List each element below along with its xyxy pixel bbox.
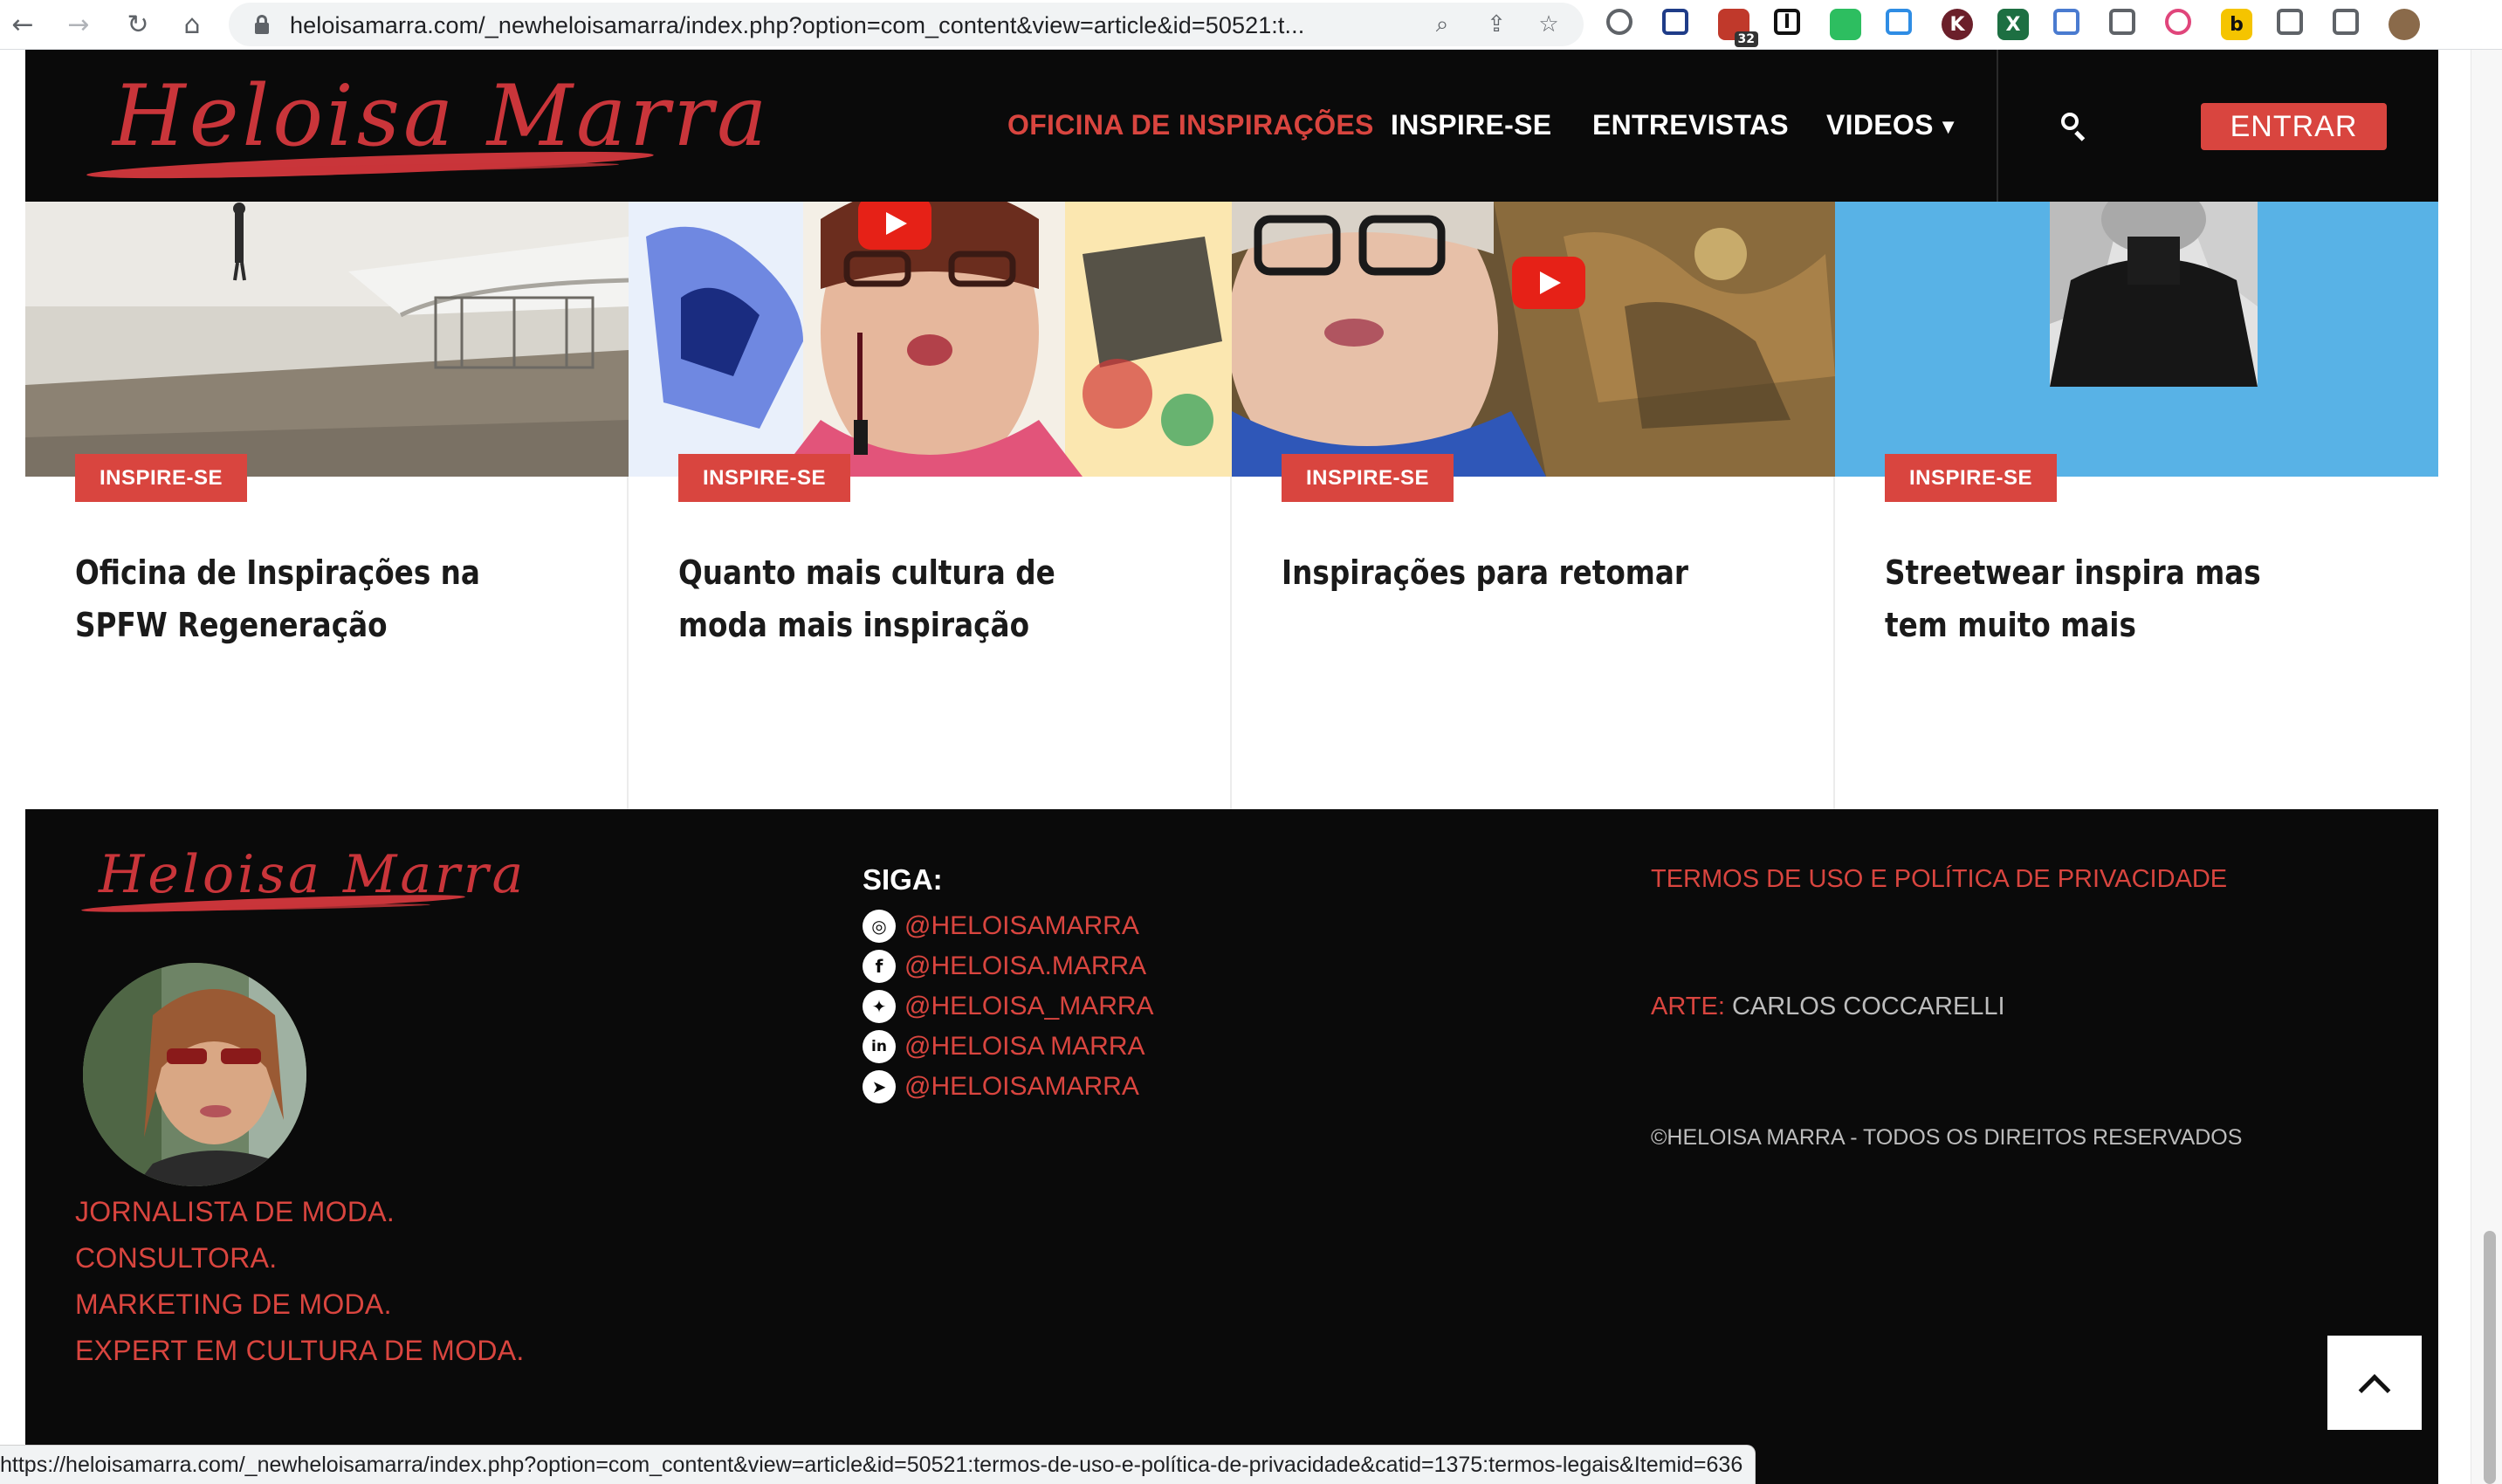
nav-oficina-de-inspiracoes[interactable]: OFICINA DE INSPIRAÇÕES xyxy=(1007,109,1374,141)
youtube-play-icon[interactable] xyxy=(1512,257,1585,309)
site-header: Heloisa Marra OFICINA DE INSPIRAÇÕES INS… xyxy=(25,50,2438,202)
eyedropper-icon[interactable] xyxy=(1662,9,1688,35)
share-icon[interactable]: ⇪ xyxy=(1481,9,1512,40)
back-to-top-button[interactable] xyxy=(2327,1336,2422,1430)
article-title[interactable]: Oficina de Inspirações na SPFW Regeneraç… xyxy=(75,546,518,651)
home-icon[interactable]: ⌂ xyxy=(175,7,210,42)
instagram-icon: ◎ xyxy=(863,910,896,943)
site-footer: Heloisa Marra JORNALISTA DE MODA. CONSUL… xyxy=(25,809,2438,1484)
category-badge[interactable]: INSPIRE-SE xyxy=(678,454,851,502)
author-avatar xyxy=(83,963,306,1186)
footer-logo[interactable]: Heloisa Marra xyxy=(80,844,523,931)
b-icon-glyph: b xyxy=(2230,13,2244,36)
linkedin-icon: in xyxy=(863,1030,896,1063)
search-icon[interactable] xyxy=(2059,111,2089,141)
translate-icon[interactable] xyxy=(2053,9,2079,35)
bio-line: JORNALISTA DE MODA. xyxy=(75,1196,395,1227)
article-card[interactable]: INSPIRE-SE Quanto mais cultura de moda m… xyxy=(629,202,1232,809)
article-card[interactable]: INSPIRE-SE Inspirações para retomar xyxy=(1232,202,1835,809)
bio-line: EXPERT EM CULTURA DE MODA. xyxy=(75,1335,525,1366)
sidepanel-icon[interactable] xyxy=(2333,9,2359,35)
article-cards: INSPIRE-SE Oficina de Inspirações na SPF… xyxy=(25,202,2438,809)
x-sheet-icon-glyph: X xyxy=(2005,13,2021,36)
reload-icon[interactable]: ↻ xyxy=(120,7,155,42)
evernote-icon[interactable] xyxy=(1830,9,1861,40)
profile-icon[interactable] xyxy=(2389,9,2420,40)
article-title[interactable]: Quanto mais cultura de moda mais inspira… xyxy=(678,546,1121,651)
pin-icon[interactable] xyxy=(2109,9,2135,35)
copyright-text: ©HELOISA MARRA - TODOS OS DIREITOS RESER… xyxy=(1651,1125,2243,1150)
nav-videos[interactable]: VIDEOS ▼ xyxy=(1826,109,1955,141)
social-link-telegram[interactable]: ➤ @HELOISAMARRA xyxy=(863,1069,1139,1104)
article-thumbnail[interactable] xyxy=(25,202,629,477)
social-link-facebook[interactable]: f @HELOISA.MARRA xyxy=(863,949,1146,984)
article-card[interactable]: INSPIRE-SE Streetwear inspira mas tem mu… xyxy=(1835,202,2438,809)
caret-down-icon: ▼ xyxy=(1942,118,1955,137)
telegram-icon: ➤ xyxy=(863,1070,896,1103)
category-badge[interactable]: INSPIRE-SE xyxy=(1885,454,2058,502)
article-thumbnail[interactable] xyxy=(1835,202,2438,477)
scrollbar-thumb[interactable] xyxy=(2484,1231,2496,1484)
header-divider xyxy=(1997,50,1998,202)
extension-badge: 32 xyxy=(1734,31,1758,47)
download-icon[interactable] xyxy=(2165,9,2191,35)
article-title[interactable]: Streetwear inspira mas tem muito mais xyxy=(1885,546,2327,651)
bio-line: CONSULTORA. xyxy=(75,1242,278,1274)
article-thumbnail[interactable] xyxy=(1232,202,1835,477)
article-card[interactable]: INSPIRE-SE Oficina de Inspirações na SPF… xyxy=(25,202,629,809)
social-handle: @HELOISAMARRA xyxy=(904,911,1139,940)
chevron-up-icon xyxy=(2358,1374,2391,1406)
k-icon[interactable]: K xyxy=(1942,9,1973,40)
k-icon-glyph: K xyxy=(1949,13,1965,36)
art-credit-label: ARTE: xyxy=(1651,993,1725,1020)
art-credit: ARTE: CARLOS COCCARELLI xyxy=(1651,993,2005,1021)
cloud-icon[interactable] xyxy=(1886,9,1912,35)
site-logo[interactable]: Heloisa Marra xyxy=(78,67,766,198)
social-link-instagram[interactable]: ◎ @HELOISAMARRA xyxy=(863,909,1139,944)
bookmark-star-icon[interactable]: ☆ xyxy=(1533,9,1564,40)
nav-inspire-se[interactable]: INSPIRE-SE xyxy=(1391,109,1551,141)
x-sheet-icon[interactable]: X xyxy=(1997,9,2029,40)
social-handle: @HELOISAMARRA xyxy=(904,1072,1139,1101)
forward-icon[interactable]: → xyxy=(61,7,96,42)
puzzle-icon[interactable] xyxy=(2277,9,2303,35)
b-icon[interactable]: b xyxy=(2221,9,2252,40)
follow-heading: SIGA: xyxy=(863,863,943,896)
social-handle: @HELOISA MARRA xyxy=(904,1032,1145,1061)
social-link-twitter[interactable]: ✦ @HELOISA_MARRA xyxy=(863,989,1154,1024)
zoom-icon[interactable]: ⌕ xyxy=(1426,9,1458,40)
facebook-icon: f xyxy=(863,950,896,983)
compass-icon[interactable] xyxy=(1606,9,1632,35)
social-handle: @HELOISA_MARRA xyxy=(904,992,1154,1020)
browser-toolbar: ← → ↻ ⌂ heloisamarra.com/_newheloisamarr… xyxy=(0,0,2502,50)
nav-videos-label: VIDEOS xyxy=(1826,109,1934,141)
login-button[interactable]: ENTRAR xyxy=(2201,103,2387,150)
instapaper-icon-glyph: I xyxy=(1783,10,1791,33)
back-icon[interactable]: ← xyxy=(5,7,40,42)
social-handle: @HELOISA.MARRA xyxy=(904,952,1147,980)
article-title[interactable]: Inspirações para retomar xyxy=(1282,546,1724,599)
address-bar[interactable]: heloisamarra.com/_newheloisamarra/index.… xyxy=(229,3,1584,46)
instapaper-icon[interactable]: I xyxy=(1774,9,1800,35)
nav-entrevistas[interactable]: ENTREVISTAS xyxy=(1592,109,1789,141)
category-badge[interactable]: INSPIRE-SE xyxy=(1282,454,1454,502)
art-credit-name: CARLOS COCCARELLI xyxy=(1731,993,2005,1020)
youtube-play-icon[interactable] xyxy=(858,202,931,250)
terms-link[interactable]: TERMOS DE USO E POLÍTICA DE PRIVACIDADE xyxy=(1651,865,2227,894)
status-bar: https://heloisamarra.com/_newheloisamarr… xyxy=(0,1445,1756,1484)
calendar-badge-icon[interactable]: 32 xyxy=(1718,9,1758,47)
article-thumbnail[interactable] xyxy=(629,202,1232,477)
social-link-linkedin[interactable]: in @HELOISA MARRA xyxy=(863,1029,1145,1064)
url-text[interactable]: heloisamarra.com/_newheloisamarra/index.… xyxy=(290,12,1304,39)
lock-icon[interactable] xyxy=(255,15,269,34)
category-badge[interactable]: INSPIRE-SE xyxy=(75,454,248,502)
bio-line: MARKETING DE MODA. xyxy=(75,1288,392,1320)
twitter-icon: ✦ xyxy=(863,990,896,1023)
